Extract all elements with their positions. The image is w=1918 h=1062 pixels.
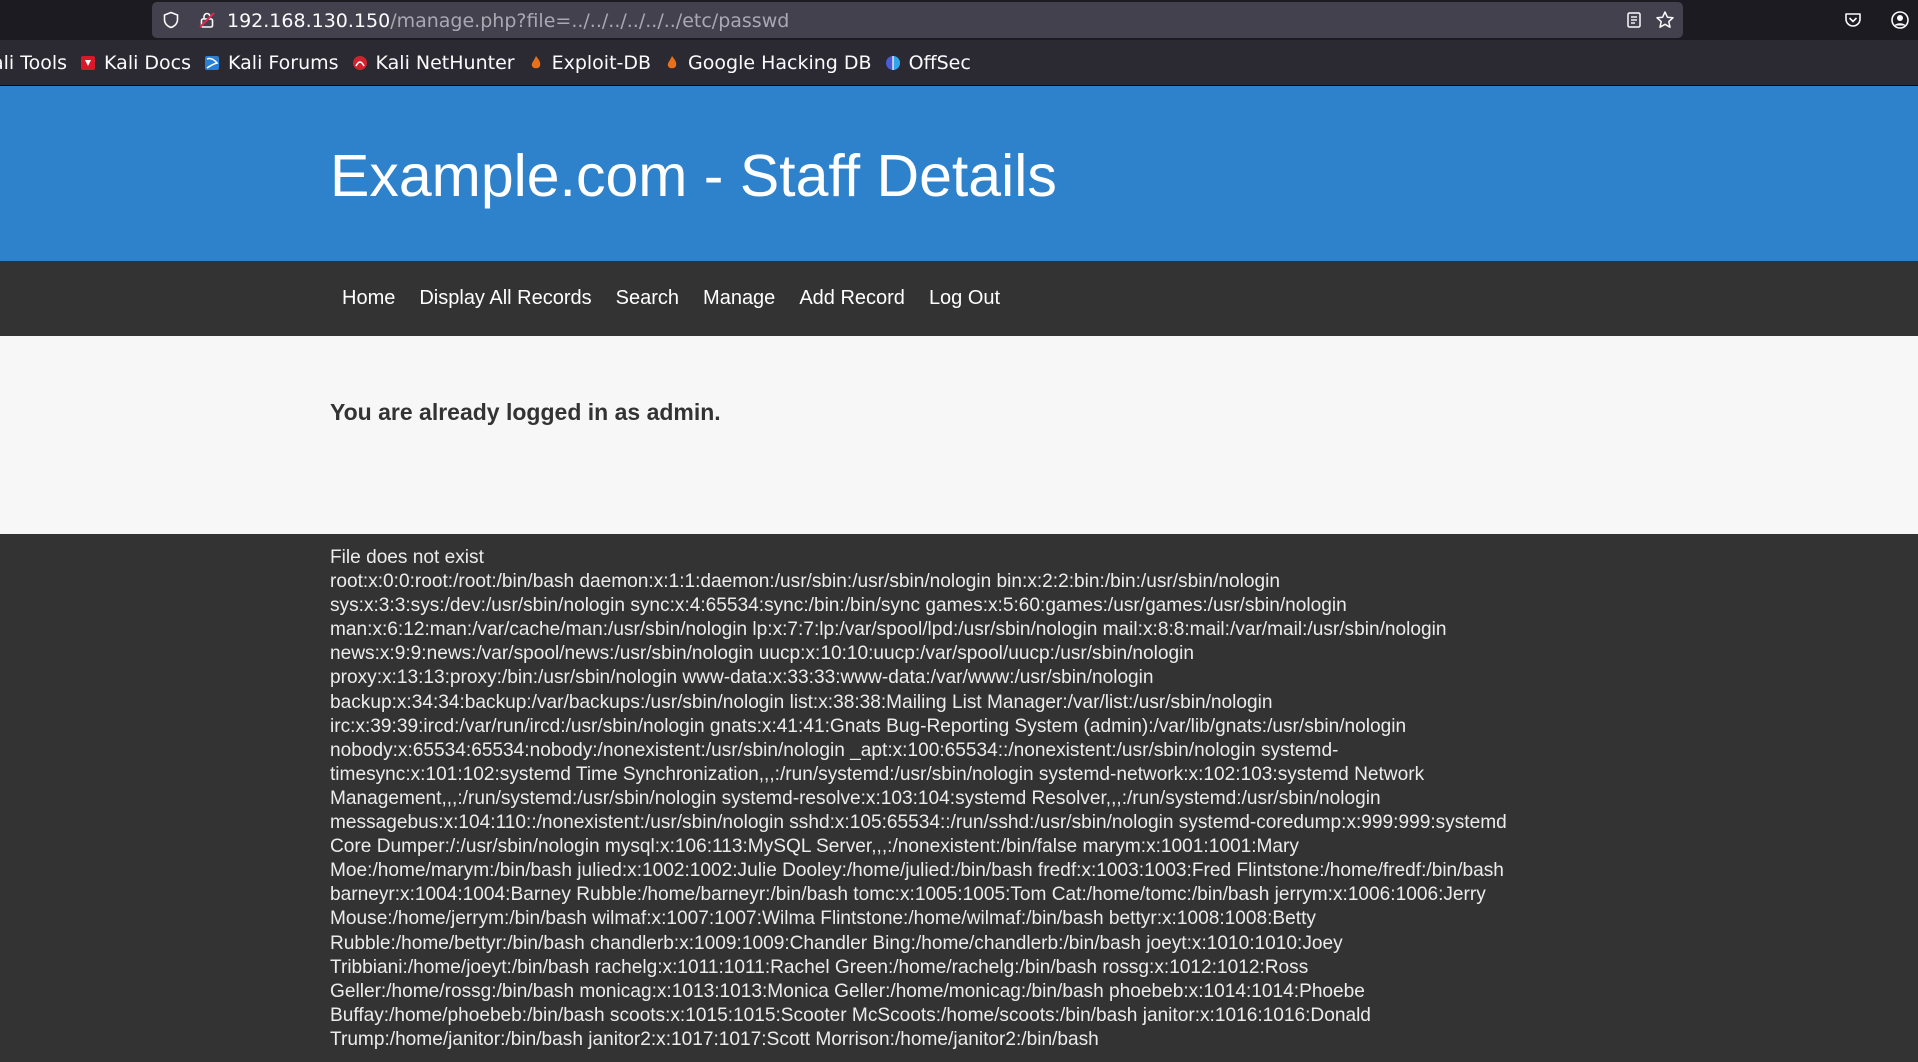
bookmark-exploit-db[interactable]: Exploit-DB: [528, 52, 651, 74]
file-output-section: File does not exist root:x:0:0:root:/roo…: [0, 534, 1918, 1062]
login-status-message: You are already logged in as admin.: [330, 399, 721, 425]
main-nav: Home Display All Records Search Manage A…: [0, 261, 1918, 336]
main-content: You are already logged in as admin.: [0, 336, 1918, 534]
exploit-db-icon: [531, 55, 540, 68]
passwd-contents: root:x:0:0:root:/root:/bin/bash daemon:x…: [330, 571, 1507, 1050]
bookmark-offsec[interactable]: OffSec: [885, 52, 971, 74]
offsec-icon: [885, 55, 900, 70]
site-header: Example.com - Staff Details: [0, 86, 1918, 261]
kali-forums-icon: [205, 55, 220, 70]
nethunter-icon: [352, 55, 367, 70]
bookmark-kali-tools[interactable]: ali Tools: [0, 52, 67, 74]
bookmark-label: Exploit-DB: [551, 51, 652, 74]
bookmark-label: Google Hacking DB: [688, 51, 872, 74]
nav-manage[interactable]: Manage: [691, 261, 787, 336]
bookmark-kali-forums[interactable]: Kali Forums: [204, 52, 339, 74]
bookmarks-list: ali Tools Kali Docs Kali Forums Kali Net…: [0, 40, 984, 85]
ghdb-icon: [667, 55, 677, 68]
pocket-icon[interactable]: [1843, 10, 1863, 30]
kali-docs-icon: [81, 55, 96, 70]
site-title: Example.com - Staff Details: [330, 143, 1057, 209]
bookmark-kali-docs[interactable]: Kali Docs: [80, 52, 191, 74]
url-text[interactable]: 192.168.130.150/manage.php?file=../../..…: [227, 10, 789, 32]
shield-icon[interactable]: [162, 11, 180, 29]
file-status-text: File does not exist: [330, 547, 484, 568]
bookmark-star-icon[interactable]: [1655, 10, 1675, 30]
nav-list: Home Display All Records Search Manage A…: [330, 261, 1012, 336]
nav-search[interactable]: Search: [604, 261, 691, 336]
bookmark-kali-nethunter[interactable]: Kali NetHunter: [352, 52, 515, 74]
web-page: Example.com - Staff Details Home Display…: [0, 86, 1918, 1062]
bookmark-label: ali Tools: [0, 51, 68, 74]
url-path: /manage.php?file=../../../../../../etc/p…: [390, 10, 790, 32]
url-host: 192.168.130.150: [227, 10, 391, 32]
bookmark-label: Kali Forums: [228, 51, 339, 74]
reader-view-icon[interactable]: [1625, 11, 1643, 29]
nav-log-out[interactable]: Log Out: [917, 261, 1012, 336]
url-bar[interactable]: 192.168.130.150/manage.php?file=../../..…: [152, 2, 1683, 38]
bookmark-label: OffSec: [908, 51, 971, 74]
bookmark-label: Kali NetHunter: [375, 51, 515, 74]
bookmark-label: Kali Docs: [104, 51, 192, 74]
browser-toolbar: 192.168.130.150/manage.php?file=../../..…: [0, 0, 1918, 40]
bookmark-google-hacking-db[interactable]: Google Hacking DB: [664, 52, 872, 74]
nav-display-all-records[interactable]: Display All Records: [407, 261, 603, 336]
nav-home[interactable]: Home: [330, 261, 407, 336]
insecure-lock-icon[interactable]: [198, 11, 216, 29]
file-output: File does not exist root:x:0:0:root:/roo…: [330, 546, 1510, 1052]
bookmarks-bar: ali Tools Kali Docs Kali Forums Kali Net…: [0, 40, 1918, 86]
nav-add-record[interactable]: Add Record: [787, 261, 917, 336]
account-icon[interactable]: [1890, 10, 1910, 30]
